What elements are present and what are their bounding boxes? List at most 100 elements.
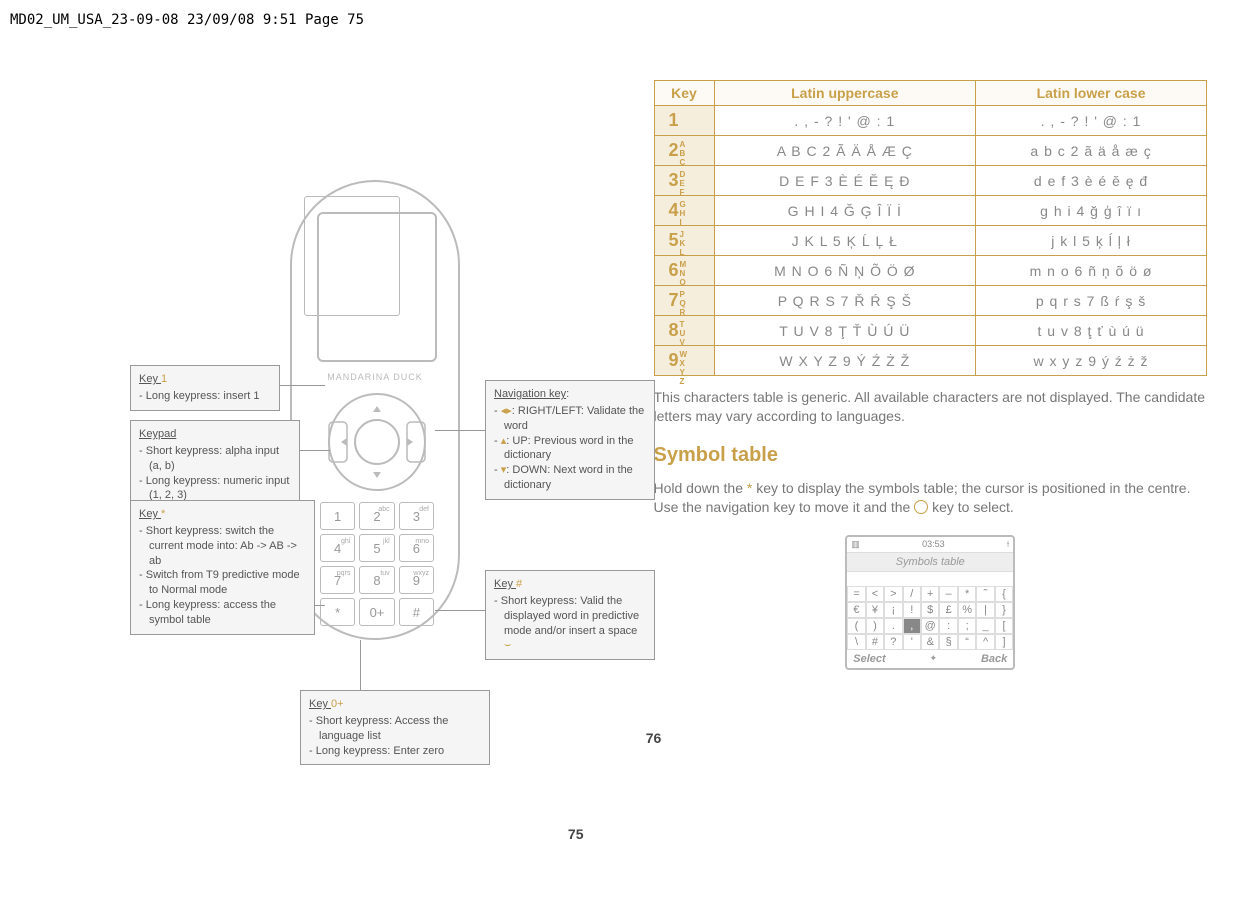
symbol-cell: \ bbox=[847, 634, 865, 650]
col-key: Key bbox=[654, 81, 714, 106]
symbol-cell: + bbox=[921, 586, 939, 602]
leader-line bbox=[315, 605, 325, 606]
symbol-cell: @ bbox=[921, 618, 939, 634]
nav-indicator-icon: ✦ bbox=[930, 653, 938, 665]
symbol-cell: ˜ bbox=[976, 586, 994, 602]
softkey-left: Select bbox=[853, 653, 885, 665]
nav-left-icon bbox=[341, 438, 347, 446]
symbol-cell: $ bbox=[921, 602, 939, 618]
callout-title: Key # bbox=[494, 578, 522, 590]
leader-line bbox=[280, 385, 325, 386]
table-note: This characters table is generic. All av… bbox=[654, 388, 1208, 426]
symbol-cell: “ bbox=[958, 634, 976, 650]
symbol-cell: ! bbox=[903, 602, 921, 618]
char-table-body: 1. , - ? ! ' @ : 1. , - ? ! ' @ : 12ABCA… bbox=[654, 106, 1207, 376]
keypad-key: 5jkl bbox=[359, 534, 394, 562]
nav-down-icon bbox=[373, 472, 381, 478]
keypad-key: 3def bbox=[399, 502, 434, 530]
symbols-screen-mock: ▥ 03:53 ⟊ Symbols table =<>/+–*˜{€¥¡!$£%… bbox=[845, 535, 1015, 670]
nav-right-icon bbox=[407, 438, 413, 446]
phone-keypad: 12abc3def4ghi5jkl6mno7pqrs8tuv9wxyz*0+# bbox=[320, 502, 434, 626]
symbol-cell: < bbox=[866, 586, 884, 602]
callout-keypad: Keypad Short keypress: alpha input (a, b… bbox=[130, 420, 300, 510]
table-row: 6MNOM N O 6 Ñ Ņ Õ Ö Øm n o 6 ñ ņ õ ö ø bbox=[654, 256, 1207, 286]
callout-items: Short keypress: alpha input (a, b) Long … bbox=[139, 444, 291, 503]
keypad-key: 1 bbox=[320, 502, 355, 530]
table-row: 3DEFD E F 3 È É Ĕ Ę Đd e f 3 è é ĕ ę đ bbox=[654, 166, 1207, 196]
symbol-cell: | bbox=[976, 602, 994, 618]
symbol-cell: = bbox=[847, 586, 865, 602]
callout-title: Navigation key bbox=[494, 388, 566, 400]
symbol-cell: _ bbox=[976, 618, 994, 634]
symbol-cell: ^ bbox=[976, 634, 994, 650]
col-lower: Latin lower case bbox=[976, 81, 1207, 106]
symbol-cell: : bbox=[939, 618, 957, 634]
symbol-cell: ¡ bbox=[884, 602, 902, 618]
symbol-cell: ] bbox=[995, 634, 1013, 650]
symbol-cell: ? bbox=[884, 634, 902, 650]
symbol-cell: { bbox=[995, 586, 1013, 602]
battery-icon: ▥ bbox=[851, 539, 860, 550]
symbol-cell: – bbox=[939, 586, 957, 602]
symbol-cell: § bbox=[939, 634, 957, 650]
key-glyph-1: 1 bbox=[161, 373, 167, 385]
symbol-table-text: Hold down the * key to display the symbo… bbox=[654, 479, 1208, 517]
table-row: 5JKLJ K L 5 Ķ Ĺ Ļ Łj k l 5 ķ ĺ ļ ł bbox=[654, 226, 1207, 256]
symbol-cell: * bbox=[958, 586, 976, 602]
page-right: Key Latin uppercase Latin lower case 1. … bbox=[624, 50, 1208, 882]
softkey-right: Back bbox=[981, 653, 1007, 665]
phone-body: MANDARINA DUCK 12abc3def4ghi5jkl6mno7pqr… bbox=[290, 180, 460, 640]
keypad-key: 9wxyz bbox=[399, 566, 434, 594]
table-row: 7PQRSP Q R S 7 Ř Ŕ Ş Šp q r s 7 ß ŕ ş š bbox=[654, 286, 1207, 316]
keypad-key: * bbox=[320, 598, 355, 626]
phone-illustration: MANDARINA DUCK 12abc3def4ghi5jkl6mno7pqr… bbox=[290, 180, 460, 640]
symbol-cell: £ bbox=[939, 602, 957, 618]
callout-items: ◂▸: RIGHT/LEFT: Validate the word ▴: UP:… bbox=[494, 404, 646, 493]
keypad-key: 7pqrs bbox=[320, 566, 355, 594]
leader-line bbox=[360, 640, 361, 690]
keypad-key: 4ghi bbox=[320, 534, 355, 562]
page-spread: MANDARINA DUCK 12abc3def4ghi5jkl6mno7pqr… bbox=[0, 0, 1247, 922]
keypad-key: 8tuv bbox=[359, 566, 394, 594]
clock: 03:53 bbox=[922, 539, 945, 550]
character-table: Key Latin uppercase Latin lower case 1. … bbox=[654, 80, 1208, 376]
lr-icon: ◂▸ bbox=[501, 405, 512, 417]
page-left: MANDARINA DUCK 12abc3def4ghi5jkl6mno7pqr… bbox=[40, 50, 624, 882]
callout-title: Key 1 bbox=[139, 373, 167, 385]
symbol-cell: } bbox=[995, 602, 1013, 618]
section-heading-symbol-table: Symbol table bbox=[654, 444, 1208, 467]
ok-key-icon bbox=[914, 500, 928, 514]
keypad-key: 0+ bbox=[359, 598, 394, 626]
table-row: 2ABCA B C 2 Ã Ä Å Æ Ça b c 2 ã ä å æ ç bbox=[654, 136, 1207, 166]
key-glyph-0: 0+ bbox=[331, 698, 344, 710]
keypad-key: 6mno bbox=[399, 534, 434, 562]
callout-nav-key: Navigation key: ◂▸: RIGHT/LEFT: Validate… bbox=[485, 380, 655, 500]
callout-key-hash: Key # Short keypress: Valid the displaye… bbox=[485, 570, 655, 660]
symbol-cell: ¥ bbox=[866, 602, 884, 618]
callout-items: Short keypress: Valid the displayed word… bbox=[494, 594, 646, 653]
phone-brand-label: MANDARINA DUCK bbox=[292, 372, 458, 382]
symbol-cell: . bbox=[884, 618, 902, 634]
softkey-bar: Select ✦ Back bbox=[847, 650, 1013, 668]
symbol-cell: ( bbox=[847, 618, 865, 634]
symbol-cell: ) bbox=[866, 618, 884, 634]
phone-nav-cluster bbox=[327, 392, 427, 492]
symbol-cell: ' bbox=[903, 634, 921, 650]
leader-line bbox=[435, 430, 485, 431]
symbol-cell: ; bbox=[958, 618, 976, 634]
table-row: 1. , - ? ! ' @ : 1. , - ? ! ' @ : 1 bbox=[654, 106, 1207, 136]
print-header: MD02_UM_USA_23-09-08 23/09/08 9:51 Page … bbox=[10, 12, 364, 28]
symbol-cell: [ bbox=[995, 618, 1013, 634]
symbol-cell: # bbox=[866, 634, 884, 650]
callout-items: Short keypress: switch the current mode … bbox=[139, 524, 306, 628]
callout-key-1: Key 1 Long keypress: insert 1 bbox=[130, 365, 280, 411]
signal-icon: ⟊ bbox=[1007, 539, 1009, 550]
key-glyph-star: * bbox=[161, 508, 165, 520]
space-icon: ⌣ bbox=[504, 639, 511, 651]
page-number-left: 75 bbox=[568, 826, 584, 842]
table-row: 8TUVT U V 8 Ţ Ť Ù Ú Üt u v 8 ţ ť ù ú ü bbox=[654, 316, 1207, 346]
symbols-grid: =<>/+–*˜{€¥¡!$£%|}().,@:;_[\#?'&§“^] bbox=[847, 586, 1013, 650]
symbol-cell: / bbox=[903, 586, 921, 602]
nav-up-icon bbox=[373, 406, 381, 412]
callout-items: Long keypress: insert 1 bbox=[139, 389, 271, 404]
